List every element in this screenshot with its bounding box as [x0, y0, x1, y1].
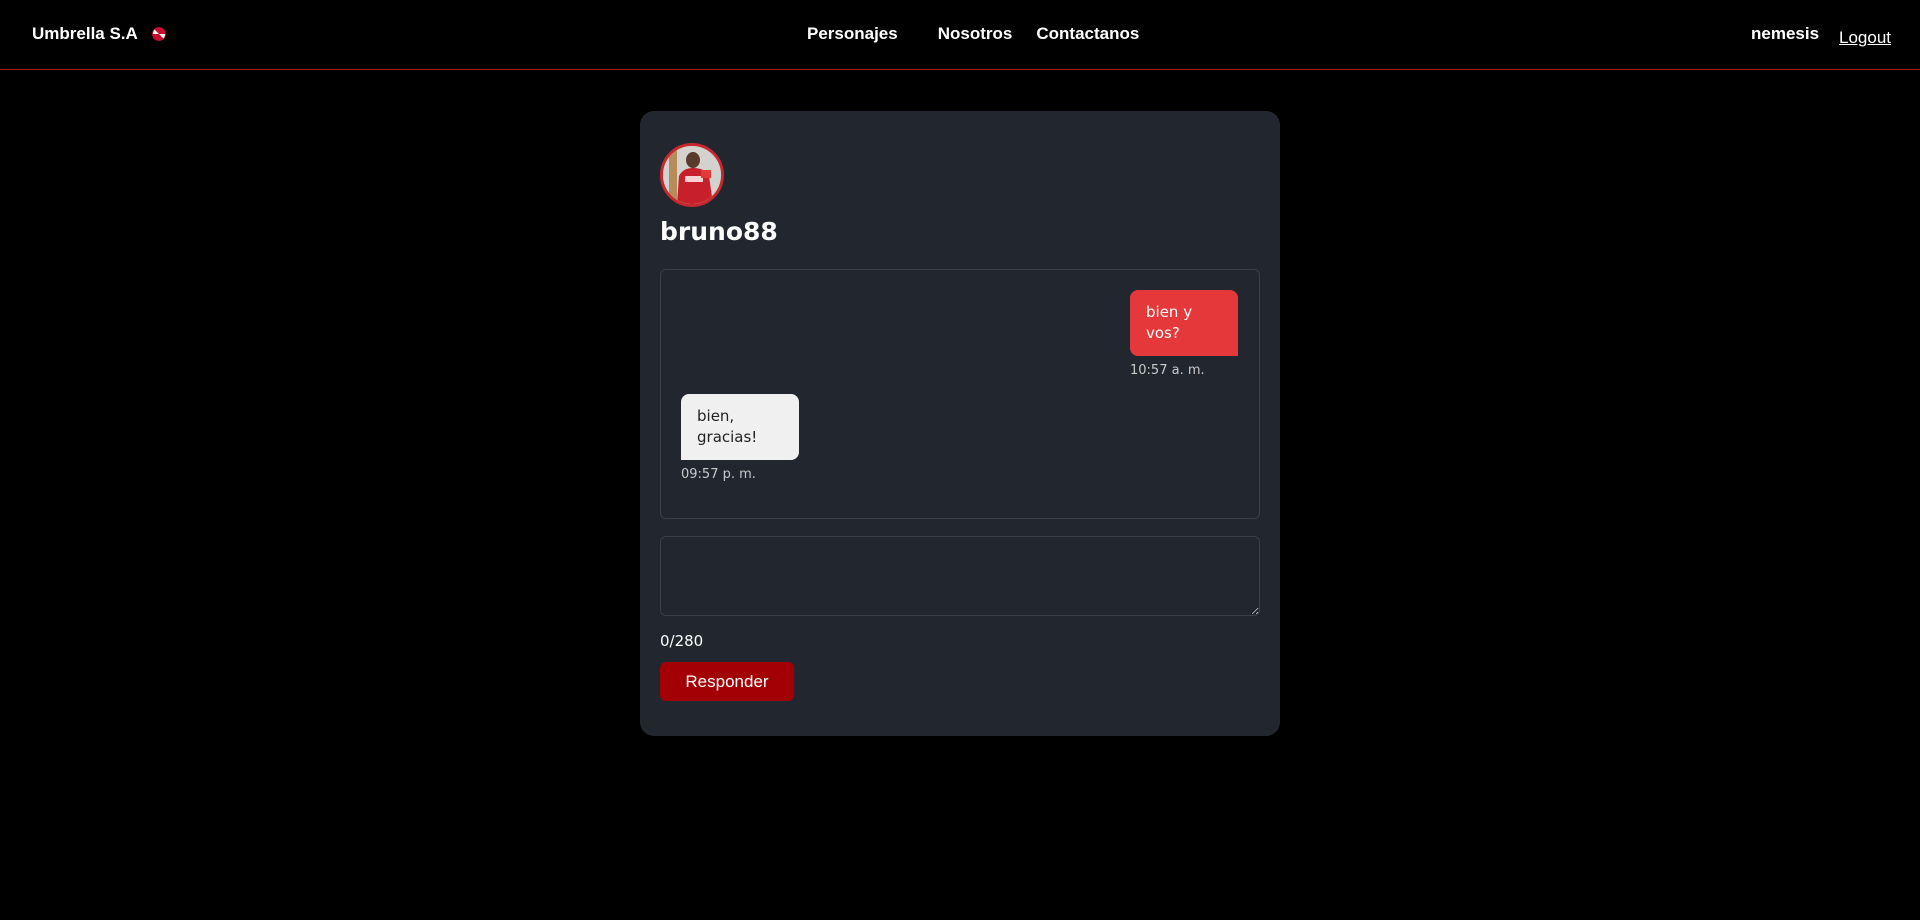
message-list[interactable]: bien y vos? 10:57 a. m. bien, gracias! 0…: [660, 269, 1260, 519]
message-timestamp: 10:57 a. m.: [1130, 363, 1205, 378]
current-username: nemesis: [1751, 24, 1820, 43]
reply-button[interactable]: Responder: [660, 662, 794, 701]
message-bubble-received: bien, gracias!: [681, 394, 799, 460]
nav-link-contactanos[interactable]: Contactanos: [1036, 24, 1139, 44]
logout-link[interactable]: Logout: [1839, 28, 1891, 48]
message-timestamp: 09:57 p. m.: [681, 467, 756, 482]
umbrella-logo-icon: [151, 27, 166, 41]
message-bubble-sent: bien y vos?: [1130, 290, 1238, 356]
profile-photo-icon: [663, 146, 721, 204]
avatar[interactable]: [660, 143, 724, 207]
top-navbar: Umbrella S.A Personajes Nosotros Contact…: [0, 0, 1920, 70]
nav-link-nosotros[interactable]: Nosotros: [938, 24, 1013, 44]
nav-link-personajes[interactable]: Personajes: [807, 24, 898, 44]
character-counter: 0/280: [660, 632, 704, 650]
conversation-card: bruno88 bien y vos? 10:57 a. m. bien, gr…: [640, 111, 1280, 736]
reply-textarea[interactable]: [660, 536, 1260, 616]
main-nav: Personajes Nosotros Contactanos: [807, 24, 1139, 44]
conversation-username: bruno88: [660, 217, 778, 246]
brand-name: Umbrella S.A: [32, 24, 138, 43]
brand[interactable]: Umbrella S.A: [32, 24, 166, 44]
